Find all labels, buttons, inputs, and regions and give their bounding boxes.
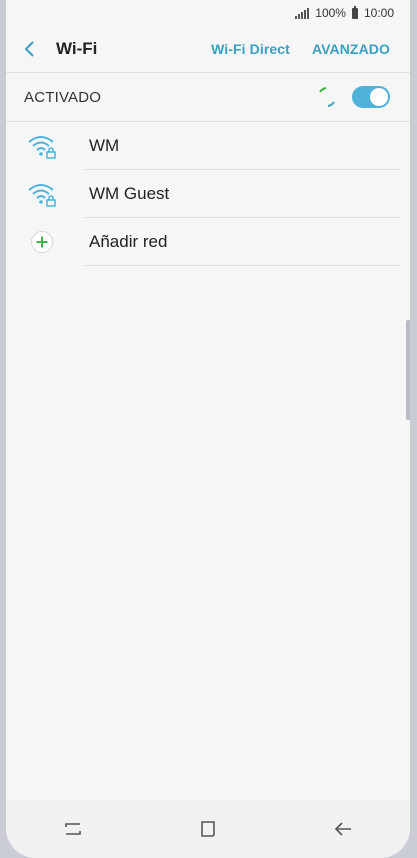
wifi-locked-icon xyxy=(26,178,58,210)
advanced-button[interactable]: AVANZADO xyxy=(312,41,390,57)
wifi-master-switch-row[interactable]: ACTIVADO xyxy=(6,73,410,122)
scanning-spinner-icon xyxy=(319,87,335,107)
toggle-knob xyxy=(369,87,389,107)
network-list: WM WM Guest Añadir red xyxy=(6,122,410,266)
add-network-item[interactable]: Añadir red xyxy=(6,218,410,266)
signal-icon xyxy=(295,7,310,19)
wifi-direct-button[interactable]: Wi-Fi Direct xyxy=(211,41,290,57)
clock: 10:00 xyxy=(363,6,394,20)
divider xyxy=(84,265,400,266)
battery-percent: 100% xyxy=(315,6,346,20)
switch-label: ACTIVADO xyxy=(24,88,102,106)
navigation-bar xyxy=(6,800,410,858)
battery-icon xyxy=(351,5,358,19)
back-arrow-icon xyxy=(334,822,351,836)
phone-screen: 100% 10:00 Wi-Fi Wi-Fi Direct AVANZADO A… xyxy=(6,0,410,858)
network-name: WM Guest xyxy=(89,184,170,203)
back-nav-button[interactable] xyxy=(313,809,373,849)
wifi-toggle[interactable] xyxy=(352,86,390,108)
add-network-label: Añadir red xyxy=(89,232,168,251)
app-bar: Wi-Fi Wi-Fi Direct AVANZADO xyxy=(6,26,410,73)
recent-apps-icon xyxy=(65,823,82,835)
back-button[interactable] xyxy=(20,39,40,59)
home-button[interactable] xyxy=(178,809,238,849)
side-edge xyxy=(406,320,410,420)
page-title: Wi-Fi xyxy=(56,39,98,58)
network-item-wm[interactable]: WM xyxy=(6,122,410,170)
network-item-wm-guest[interactable]: WM Guest xyxy=(6,170,410,218)
add-icon xyxy=(26,226,58,258)
status-bar: 100% 10:00 xyxy=(6,0,410,26)
wifi-locked-icon xyxy=(26,130,58,162)
home-icon xyxy=(201,821,215,837)
network-name: WM xyxy=(89,136,120,155)
recent-apps-button[interactable] xyxy=(43,809,103,849)
chevron-left-icon xyxy=(24,41,34,57)
